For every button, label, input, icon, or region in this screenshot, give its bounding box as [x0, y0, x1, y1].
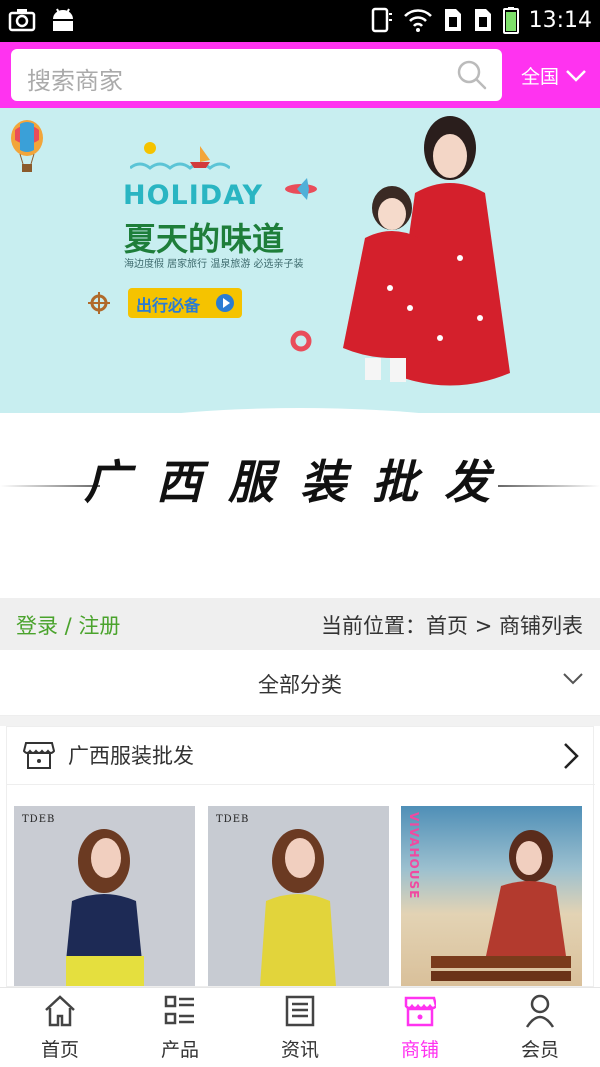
category-label: 全部分类 [258, 673, 342, 697]
model-photo [343, 116, 510, 386]
status-bar: 13:14 [0, 0, 600, 42]
sim2-icon [474, 9, 491, 31]
banner-title: 夏天的味道 [124, 220, 285, 258]
banner-headline: HOLIDAY [123, 180, 264, 211]
chevron-down-icon [566, 69, 586, 82]
banner-subtitle: 海边度假 居家旅行 温泉旅游 必选亲子装 [124, 259, 304, 270]
promo-banner[interactable]: HOLIDAY 夏天的味道 海边度假 居家旅行 温泉旅游 必选亲子装 出行必备 [0, 108, 600, 413]
balloon-icon [11, 120, 43, 172]
breadcrumb: 登录 / 注册 当前位置：首页 > 商铺列表 [0, 598, 600, 650]
product-photo [260, 829, 336, 986]
product-photo [66, 829, 144, 986]
search-placeholder: 搜索商家 [27, 67, 123, 95]
region-label: 全国 [521, 66, 560, 88]
nav-label: 产品 [160, 1039, 199, 1061]
product-thumb[interactable]: TDEB [208, 806, 389, 986]
login-register-link[interactable]: 登录 / 注册 [16, 610, 120, 640]
home-icon [45, 995, 75, 1027]
shop-name: 广西服装批发 [68, 744, 194, 768]
nav-label: 资讯 [280, 1039, 319, 1061]
product-thumb[interactable]: VIVAHOUSE [401, 806, 582, 986]
user-icon [525, 994, 555, 1028]
nav-store[interactable]: 商铺 [360, 988, 480, 1067]
store-icon [23, 742, 55, 769]
wifi-icon [403, 9, 432, 32]
region-selector[interactable]: 全国 [521, 62, 587, 89]
chevron-down-icon [563, 673, 583, 685]
nav-home[interactable]: 首页 [0, 988, 120, 1067]
nav-products[interactable]: 产品 [120, 988, 240, 1067]
shop-header[interactable]: 广西服装批发 [7, 727, 595, 785]
banner-cta-button[interactable]: 出行必备 [128, 288, 242, 318]
section-gap [0, 716, 600, 726]
store-icon [404, 996, 436, 1027]
product-thumb[interactable]: TDEB [14, 806, 195, 986]
search-input[interactable]: 搜索商家 [11, 49, 502, 101]
app-header: 搜索商家 全国 [0, 42, 600, 108]
camera-icon [8, 9, 36, 32]
news-icon [285, 995, 315, 1027]
product-photo [431, 830, 571, 981]
vibrate-icon [371, 7, 392, 33]
bottom-nav: 首页 产品 资讯 商铺 会员 [0, 987, 600, 1067]
clock: 13:14 [528, 7, 592, 33]
plane-icon [285, 178, 317, 200]
nav-label: 首页 [40, 1039, 79, 1061]
boat-icon [130, 142, 230, 170]
search-icon[interactable] [456, 59, 488, 91]
android-icon [53, 8, 73, 31]
category-selector[interactable]: 全部分类 [0, 650, 600, 716]
play-icon [216, 294, 234, 312]
lifebuoy-icon [290, 330, 312, 352]
chevron-right-icon[interactable] [561, 741, 581, 771]
shop-card[interactable]: 广西服装批发 TDEB TDEB VIVAHOUSE [6, 726, 595, 987]
ship-wheel-icon [88, 292, 110, 314]
nav-label: 商铺 [400, 1039, 439, 1061]
nav-member[interactable]: 会员 [480, 988, 600, 1067]
nav-news[interactable]: 资讯 [240, 988, 360, 1067]
sim1-icon [444, 9, 461, 31]
battery-icon [502, 7, 519, 34]
nav-label: 会员 [520, 1039, 559, 1061]
current-location: 当前位置：首页 > 商铺列表 [321, 614, 583, 638]
grid-list-icon [164, 995, 194, 1025]
page-title: 广西服装批发 [84, 455, 516, 509]
